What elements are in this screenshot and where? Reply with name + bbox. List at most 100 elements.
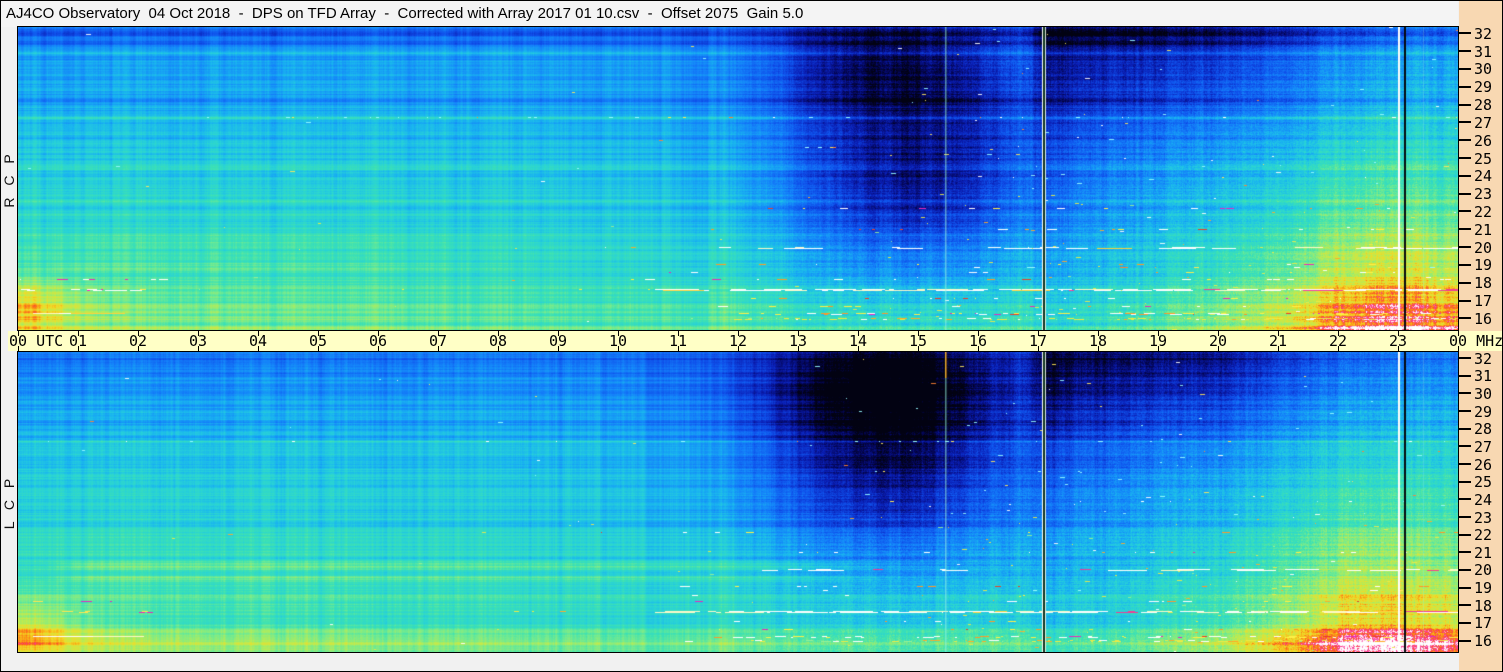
freq-tick-label: 20 — [1474, 561, 1493, 580]
freq-tick-label: 20 — [1474, 238, 1493, 257]
hour-label: 13 — [788, 332, 808, 350]
hour-label: 10 — [608, 332, 628, 350]
hour-label: 02 — [128, 332, 148, 350]
freq-tick — [1459, 374, 1471, 377]
freq-tick — [1459, 480, 1471, 483]
freq-tick — [1459, 621, 1471, 624]
freq-tick-label: 27 — [1474, 113, 1493, 132]
freq-tick-label: 30 — [1474, 60, 1493, 79]
freq-tick — [1459, 317, 1471, 320]
freq-tick-label: 23 — [1474, 508, 1493, 527]
window-title: AJ4CO Observatory 04 Oct 2018 - DPS on T… — [6, 5, 804, 22]
freq-tick — [1459, 157, 1471, 159]
hour-label: 15 — [908, 332, 928, 350]
freq-tick — [1459, 299, 1471, 302]
hour-label: 00 UTC — [9, 332, 64, 350]
freq-tick — [1459, 533, 1471, 536]
freq-tick — [1459, 551, 1471, 554]
freq-tick-label: 31 — [1474, 42, 1493, 61]
hour-label: 19 — [1148, 332, 1168, 350]
polarization-label-lcp: L C P — [1, 474, 17, 530]
freq-tick-label: 16 — [1474, 632, 1493, 651]
freq-tick — [1459, 445, 1471, 448]
freq-tick-label: 19 — [1474, 579, 1493, 598]
freq-tick-label: 23 — [1474, 185, 1493, 204]
hour-label: 00 MHz — [1449, 332, 1503, 350]
freq-tick — [1459, 392, 1471, 395]
freq-tick-label: 21 — [1474, 543, 1493, 562]
hour-label: 03 — [188, 332, 208, 350]
app-window: AJ4CO Observatory 04 Oct 2018 - DPS on T… — [0, 0, 1503, 672]
freq-tick — [1459, 463, 1471, 466]
freq-tick-label: 31 — [1474, 367, 1493, 386]
freq-tick — [1459, 103, 1471, 106]
freq-tick-label: 29 — [1474, 402, 1493, 421]
freq-tick — [1459, 121, 1471, 124]
freq-tick — [1459, 32, 1471, 35]
freq-tick-label: 21 — [1474, 220, 1493, 239]
freq-tick-label: 26 — [1474, 131, 1493, 150]
hour-label: 07 — [428, 332, 448, 350]
freq-tick-label: 24 — [1474, 490, 1493, 509]
freq-tick-label: 26 — [1474, 455, 1493, 474]
freq-tick-label: 18 — [1474, 596, 1493, 615]
freq-tick-label: 24 — [1474, 167, 1493, 186]
freq-tick-label: 19 — [1474, 256, 1493, 275]
freq-tick — [1459, 228, 1471, 231]
freq-tick — [1459, 210, 1471, 213]
freq-tick-label: 30 — [1474, 384, 1493, 403]
freq-tick — [1459, 516, 1471, 518]
freq-tick-label: 28 — [1474, 420, 1493, 439]
freq-tick-label: 17 — [1474, 614, 1493, 633]
hour-label: 18 — [1088, 332, 1108, 350]
freq-tick-label: 27 — [1474, 437, 1493, 456]
hour-label: 09 — [548, 332, 568, 350]
freq-tick — [1459, 357, 1471, 360]
freq-tick — [1459, 568, 1471, 571]
hour-label: 01 — [68, 332, 88, 350]
hour-label: 23 — [1388, 332, 1408, 350]
freq-tick — [1459, 67, 1471, 70]
freq-tick-label: 18 — [1474, 274, 1493, 293]
hour-label: 21 — [1268, 332, 1288, 350]
freq-tick-label: 25 — [1474, 149, 1493, 168]
freq-tick — [1459, 192, 1471, 195]
lcp-spectrogram — [17, 351, 1459, 653]
freq-tick-label: 32 — [1474, 24, 1493, 43]
freq-tick-label: 16 — [1474, 309, 1493, 328]
time-axis: 00 UTC 01 02 03 04 05 06 07 08 09 10 11 12 13 14 15 16 17… — [8, 331, 1502, 351]
freq-tick-label: 22 — [1474, 526, 1493, 545]
hour-label: 17 — [1028, 332, 1048, 350]
freq-tick — [1459, 246, 1471, 249]
freq-tick-label: 32 — [1474, 349, 1493, 368]
polarization-label-rcp: R C P — [1, 149, 17, 208]
hour-label: 08 — [488, 332, 508, 350]
freq-tick — [1459, 263, 1471, 266]
hour-label: 22 — [1328, 332, 1348, 350]
hour-label: 04 — [248, 332, 268, 350]
freq-tick — [1459, 604, 1471, 607]
hour-label: 12 — [728, 332, 748, 350]
freq-tick — [1459, 139, 1471, 142]
hour-label: 06 — [368, 332, 388, 350]
freq-tick-label: 28 — [1474, 96, 1493, 115]
freq-tick — [1459, 586, 1471, 589]
freq-tick — [1459, 174, 1471, 177]
freq-tick — [1459, 498, 1471, 501]
freq-tick — [1459, 410, 1471, 413]
title-bar: AJ4CO Observatory 04 Oct 2018 - DPS on T… — [1, 1, 1458, 27]
hour-label: 05 — [308, 332, 328, 350]
freq-tick-label: 17 — [1474, 292, 1493, 311]
freq-tick-label: 25 — [1474, 473, 1493, 492]
freq-tick-label: 29 — [1474, 78, 1493, 97]
hour-label: 14 — [848, 332, 868, 350]
freq-tick — [1459, 50, 1471, 53]
hour-label: 16 — [968, 332, 988, 350]
freq-tick — [1459, 427, 1471, 430]
rcp-spectrogram — [17, 26, 1459, 331]
freq-tick — [1459, 85, 1471, 88]
freq-tick — [1459, 639, 1471, 642]
freq-tick — [1459, 281, 1471, 284]
hour-label: 20 — [1208, 332, 1228, 350]
freq-tick-label: 22 — [1474, 202, 1493, 221]
